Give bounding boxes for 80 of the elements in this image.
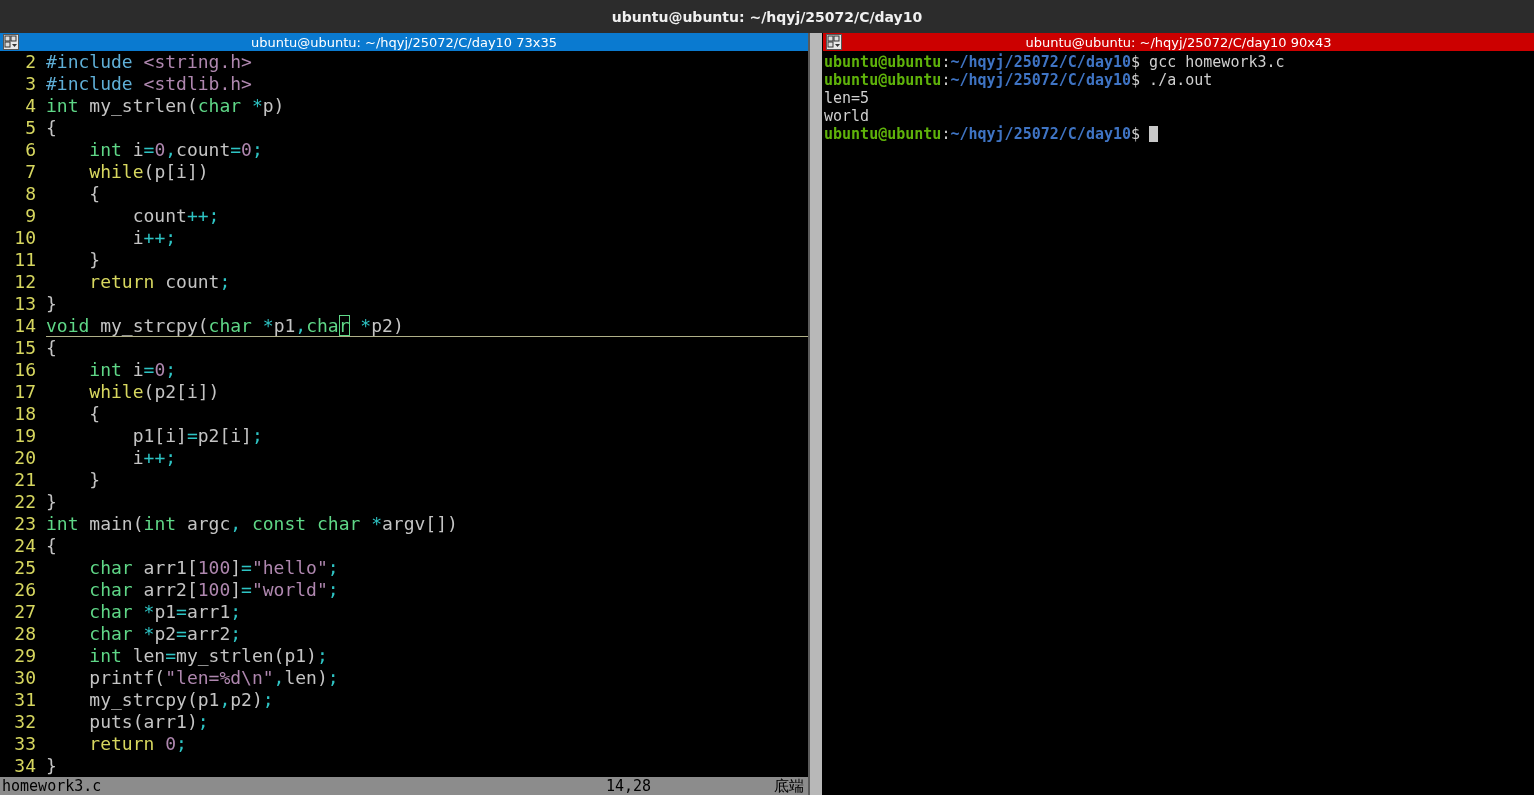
output-line: len=5 bbox=[824, 89, 870, 107]
pane-title: ubuntu@ubuntu: ~/hqyj/25072/C/day10 73x35 bbox=[249, 34, 559, 50]
line-number: 8 bbox=[24, 183, 36, 205]
line-number: 12 bbox=[13, 271, 36, 293]
code-line: int i=0,count=0; bbox=[88, 139, 264, 161]
prompt-line: ubuntu@ubuntu:~/hqyj/25072/C/day10$ ./a.out bbox=[824, 71, 1213, 89]
line-number: 28 bbox=[13, 623, 36, 645]
code-line: { bbox=[46, 337, 58, 359]
line-number: 33 bbox=[13, 733, 36, 755]
file-name: homework3.c bbox=[2, 777, 103, 795]
line-number: 30 bbox=[13, 667, 36, 689]
code-line: while(p[i]) bbox=[88, 161, 210, 183]
code-line: { bbox=[88, 403, 102, 425]
line-number: 18 bbox=[13, 403, 36, 425]
line-number: 14 bbox=[13, 315, 36, 337]
line-number: 6 bbox=[24, 139, 36, 161]
cursor-position: 14,28 bbox=[606, 777, 653, 795]
output-line: world bbox=[824, 107, 870, 125]
code-line: char *p2=arr2; bbox=[88, 623, 243, 645]
prompt-line: ubuntu@ubuntu:~/hqyj/25072/C/day10$ bbox=[824, 125, 1141, 143]
line-number: 10 bbox=[13, 227, 36, 249]
line-number: 26 bbox=[13, 579, 36, 601]
code-line: count++; bbox=[131, 205, 221, 227]
code-line: { bbox=[88, 183, 102, 205]
code-line: } bbox=[46, 293, 58, 315]
scroll-position: 底端 bbox=[774, 777, 804, 795]
window-title: ubuntu@ubuntu: ~/hqyj/25072/C/day10 bbox=[611, 8, 923, 25]
code-line: } bbox=[46, 491, 58, 513]
code-line: puts(arr1); bbox=[88, 711, 210, 733]
line-number: 27 bbox=[13, 601, 36, 623]
code-line: } bbox=[88, 249, 102, 271]
code-line: return count; bbox=[88, 271, 232, 293]
code-line: p1[i]=p2[i]; bbox=[131, 425, 264, 447]
code-line: i++; bbox=[131, 447, 178, 469]
code-line: char arr2[100]="world"; bbox=[88, 579, 340, 601]
line-number: 2 bbox=[24, 51, 36, 73]
code-line: while(p2[i]) bbox=[88, 381, 221, 403]
line-number: 16 bbox=[13, 359, 36, 381]
code-line: #include <stdlib.h> bbox=[46, 73, 253, 95]
line-number: 19 bbox=[13, 425, 36, 447]
line-number: 7 bbox=[24, 161, 36, 183]
code-line: i++; bbox=[131, 227, 178, 249]
line-number: 5 bbox=[24, 117, 36, 139]
line-number: 4 bbox=[24, 95, 36, 117]
line-number: 25 bbox=[13, 557, 36, 579]
line-number: 34 bbox=[13, 755, 36, 777]
scrollbar[interactable] bbox=[808, 33, 822, 795]
code-line: #include <string.h> bbox=[46, 51, 253, 73]
line-number: 9 bbox=[24, 205, 36, 227]
code-line: int len=my_strlen(p1); bbox=[88, 645, 329, 667]
line-number: 11 bbox=[13, 249, 36, 271]
code-line: } bbox=[46, 755, 58, 777]
code-line: my_strcpy(p1,p2); bbox=[88, 689, 275, 711]
code-line: { bbox=[46, 535, 58, 557]
code-line: int i=0; bbox=[88, 359, 178, 381]
line-number: 22 bbox=[13, 491, 36, 513]
line-number: 17 bbox=[13, 381, 36, 403]
code-line: printf("len=%d\n",len); bbox=[88, 667, 340, 689]
code-line: return 0; bbox=[88, 733, 188, 755]
code-line: int my_strlen(char *p) bbox=[46, 95, 286, 117]
code-line: char arr1[100]="hello"; bbox=[88, 557, 340, 579]
line-number: 23 bbox=[13, 513, 36, 535]
line-number: 20 bbox=[13, 447, 36, 469]
code-line: } bbox=[88, 469, 102, 491]
line-number: 21 bbox=[13, 469, 36, 491]
code-line: int main(int argc, const char *argv[]) bbox=[46, 513, 459, 535]
code-line: { bbox=[46, 117, 58, 139]
pane-title: ubuntu@ubuntu: ~/hqyj/25072/C/day10 90x43 bbox=[1024, 34, 1333, 50]
line-number: 29 bbox=[13, 645, 36, 667]
line-number: 24 bbox=[13, 535, 36, 557]
terminal-menu-icon[interactable] bbox=[826, 34, 842, 50]
line-number: 3 bbox=[24, 73, 36, 95]
line-number: 13 bbox=[13, 293, 36, 315]
prompt-line: ubuntu@ubuntu:~/hqyj/25072/C/day10$ gcc homework3.c bbox=[824, 53, 1285, 71]
code-line: void my_strcpy(char *p1,cha r *p2) bbox=[46, 315, 808, 337]
code-line: char *p1=arr1; bbox=[88, 601, 243, 623]
line-number: 15 bbox=[13, 337, 36, 359]
terminal-menu-icon[interactable] bbox=[3, 34, 19, 50]
line-number: 31 bbox=[13, 689, 36, 711]
line-number: 32 bbox=[13, 711, 36, 733]
